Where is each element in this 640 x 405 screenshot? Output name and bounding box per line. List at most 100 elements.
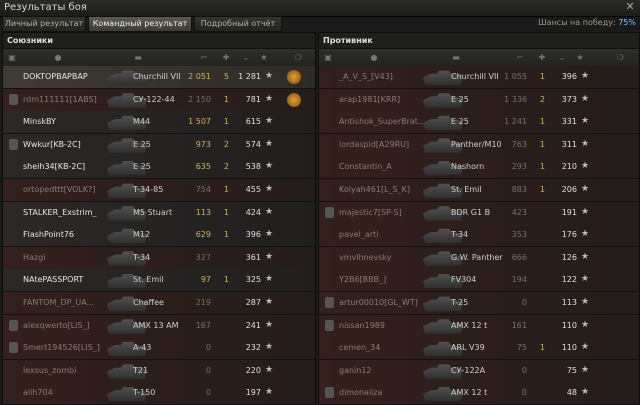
table-row[interactable]: artur00010[GL_WT] T-25 0 113 ★	[319, 292, 639, 315]
win-chance-label: Шансы на победу:	[538, 18, 616, 27]
win-chance-value: 75%	[618, 18, 636, 27]
vehicle-name: T-150	[133, 388, 156, 398]
player-name: _A_V_S_[V43]	[339, 72, 393, 81]
vehicle-name: T-25	[451, 298, 469, 307]
table-row[interactable]: majestic7[SP-S] BDR G1 B 423 191 ★	[319, 201, 639, 225]
damage-value: 0	[521, 388, 527, 398]
star-icon[interactable]: ★	[259, 53, 269, 62]
table-row[interactable]: Hazgi T-34 327 361 ★	[3, 246, 315, 270]
xp-sort-icon[interactable]: ⌄	[241, 53, 251, 62]
table-row[interactable]: FANTOM_DP_UA... Chaffee 219 287 ★	[3, 292, 315, 315]
player-name: Antishok_SuperBrat...	[339, 117, 426, 127]
vehicle-name: ARL V39	[451, 343, 485, 353]
table-row[interactable]: alih704 T-150 0 197 ★	[3, 382, 315, 405]
player-name: FlashPoint76	[23, 230, 75, 240]
close-icon[interactable]: ✕	[624, 1, 636, 13]
medal-icon[interactable]: ❍	[615, 53, 625, 62]
table-row[interactable]: STALKER_Exstrim_ M5 Stuart 113 1 424 ★	[3, 201, 315, 225]
table-row[interactable]: Wwkur[KB-2C] E 25 973 2 574 ★	[3, 133, 315, 157]
damage-icon[interactable]: ⌐	[515, 53, 525, 62]
xp-value: 1 281	[238, 72, 261, 81]
medal-icon[interactable]	[287, 70, 301, 84]
kills-value: 1	[223, 117, 229, 127]
star-icon: ★	[265, 229, 274, 240]
kills-value: 1	[539, 343, 545, 353]
player-name: Y2B6[BBB_]	[339, 275, 387, 285]
star-icon: ★	[581, 184, 590, 194]
kills-value: 1	[223, 207, 229, 217]
damage-value: 0	[205, 388, 211, 398]
damage-value: 167	[195, 320, 211, 330]
xp-value: 191	[561, 207, 577, 217]
player-name: arap1981[KRR]	[339, 94, 401, 104]
table-row[interactable]: lexsus_zombi T21 0 220 ★	[3, 359, 315, 383]
table-row[interactable]: arap1981[KRR] E 25 1 336 2 373 ★	[319, 88, 639, 112]
table-row[interactable]: alexqwerto[LIS_] AMX 13 AM 167 241 ★	[3, 314, 315, 338]
table-row[interactable]: MinskBY M44 1 507 1 615 ★	[3, 111, 315, 135]
xp-value: 122	[561, 275, 577, 285]
table-row[interactable]: ganin12 СУ-122А 0 75 ★	[319, 359, 639, 383]
tab-personal[interactable]: Личный результат	[2, 16, 86, 32]
table-row[interactable]: DOKTOPBAPBAP Churchill VII 2 051 5 1 281 ★	[3, 66, 315, 89]
table-row[interactable]: ortopedttt[VOLK?] T-34-85 754 1 455 ★	[3, 179, 315, 202]
damage-value: 0	[521, 365, 527, 375]
vehicle-name: FV304	[451, 275, 477, 285]
kills-icon[interactable]: ✚	[537, 53, 547, 62]
table-row[interactable]: sheih34[KB-2C] E 25 635 2 538 ★	[3, 156, 315, 180]
star-icon: ★	[265, 161, 274, 172]
xp-value: 206	[561, 185, 577, 194]
table-row[interactable]: Y2B6[BBB_] FV304 194 122 ★	[319, 269, 639, 293]
platoon-icon[interactable]: ▣	[323, 53, 333, 62]
table-row[interactable]: FlashPoint76 M12 629 1 396 ★	[3, 224, 315, 248]
table-row[interactable]: rdm111111[1ABS] СУ-122-44 2 150 1 781 ★	[3, 88, 315, 112]
table-row[interactable]: Kolyah461[L_S_K] St. Emil 883 1 206 ★	[319, 179, 639, 202]
platoon-icon	[325, 206, 334, 218]
tab-team[interactable]: Командный результат	[88, 16, 192, 32]
player-icon[interactable]: ●	[369, 53, 379, 62]
table-row[interactable]: dimonaliza AMX 12 t 0 48 ★	[319, 382, 639, 405]
player-name: alih704	[23, 388, 53, 398]
kills-value: 5	[223, 72, 229, 81]
player-name: Wwkur[KB-2C]	[23, 139, 81, 149]
vehicle-name: G.W. Panther	[451, 252, 503, 262]
vehicle-name: St. Emil	[451, 185, 482, 194]
star-icon: ★	[265, 342, 274, 353]
star-icon[interactable]: ★	[575, 53, 585, 62]
player-name: rdm111111[1ABS]	[23, 94, 97, 104]
medal-icon[interactable]: ❍	[293, 53, 303, 62]
platoon-icon[interactable]: ▣	[7, 53, 17, 62]
damage-value: 353	[511, 230, 527, 240]
allies-title: Союзники	[7, 36, 53, 45]
damage-value: 0	[521, 298, 527, 307]
table-row[interactable]: vmvlhnevsky G.W. Panther 666 126 ★	[319, 246, 639, 270]
kills-value: 2	[223, 139, 229, 149]
damage-value: 0	[205, 365, 211, 375]
damage-icon[interactable]: ⌐	[199, 53, 209, 62]
vehicle-icon[interactable]: ▬	[133, 53, 143, 62]
star-icon: ★	[581, 161, 590, 172]
kills-icon[interactable]: ✚	[221, 53, 231, 62]
tab-detailed[interactable]: Подробный отчёт	[194, 16, 282, 32]
table-row[interactable]: NAtePASSPORT St. Emil 97 1 325 ★	[3, 269, 315, 293]
xp-sort-icon[interactable]: ⌄	[557, 53, 567, 62]
xp-value: 48	[566, 388, 577, 398]
table-row[interactable]: cemen_34 ARL V39 75 1 110 ★	[319, 337, 639, 361]
allies-panel: Союзники ▣ ● ▬ ⌐ ✚ ⌄ ★ ❍ DOKTOPBAPBAP Chu…	[2, 32, 316, 405]
player-icon[interactable]: ●	[53, 53, 63, 62]
table-row[interactable]: pavel_arti T-34 353 176 ★	[319, 224, 639, 248]
damage-value: 1 241	[504, 117, 527, 127]
table-row[interactable]: nissan1989 AMX 12 t 161 110 ★	[319, 314, 639, 338]
table-row[interactable]: Constantin_A Nashorn 293 1 210 ★	[319, 156, 639, 180]
table-row[interactable]: Antishok_SuperBrat... E 25 1 241 1 331 ★	[319, 111, 639, 135]
xp-value: 325	[245, 275, 261, 285]
star-icon: ★	[581, 387, 590, 398]
table-row[interactable]: _A_V_S_[V43] Churchill VII 1 055 1 396 ★	[319, 66, 639, 89]
damage-value: 327	[195, 252, 211, 262]
medal-icon[interactable]	[287, 92, 301, 107]
star-icon: ★	[581, 297, 590, 307]
player-name: alexqwerto[LIS_]	[23, 320, 90, 330]
table-row[interactable]: Smert194526[LIS_] A-43 0 232 ★	[3, 337, 315, 361]
xp-value: 197	[245, 388, 261, 398]
vehicle-icon[interactable]: ▬	[451, 53, 461, 62]
table-row[interactable]: lordaspid[A29RU] Panther/M10 763 1 311 ★	[319, 133, 639, 157]
